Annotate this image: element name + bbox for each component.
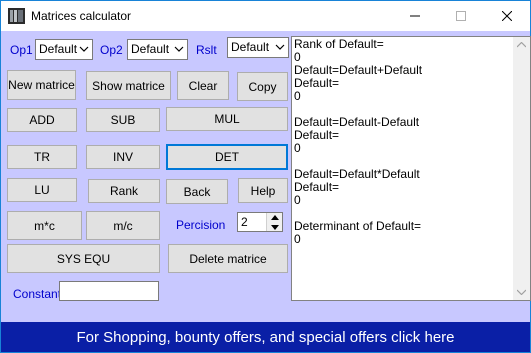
output-line: Rank of Default= (294, 37, 384, 51)
output-line: 0 (294, 141, 301, 155)
stepper-arrows[interactable] (266, 213, 282, 231)
delete-matrice-button[interactable]: Delete matrice (168, 244, 288, 273)
close-icon (502, 11, 512, 21)
precision-stepper[interactable]: 2 (237, 212, 283, 232)
rslt-label: Rslt (196, 43, 217, 57)
output-line: 0 (294, 193, 301, 207)
output-line: Default= (294, 76, 340, 90)
close-button[interactable] (484, 1, 530, 31)
sub-button[interactable]: SUB (86, 108, 160, 132)
output-textarea[interactable]: Rank of Default= 0 Default=Default+Default… (291, 36, 531, 301)
vertical-scrollbar[interactable] (513, 37, 530, 300)
copy-button[interactable]: Copy (237, 72, 288, 101)
sys-equ-button[interactable]: SYS EQU (7, 244, 160, 273)
lu-button[interactable]: LU (7, 178, 77, 202)
show-matrice-button[interactable]: Show matrice (86, 71, 171, 100)
op1-value: Default (39, 42, 78, 56)
scroll-down-icon[interactable] (517, 289, 526, 295)
title-bar[interactable]: Matrices calculator (1, 1, 530, 31)
m-div-c-button[interactable]: m/c (86, 211, 160, 240)
rslt-select[interactable]: Default (227, 37, 289, 58)
clear-button[interactable]: Clear (177, 71, 229, 100)
inv-button[interactable]: INV (86, 145, 160, 169)
output-line: Determinant of Default= (294, 219, 422, 233)
op2-value: Default (131, 42, 170, 56)
window-title: Matrices calculator (31, 9, 132, 23)
precision-label: Percision (176, 218, 226, 232)
tr-button[interactable]: TR (7, 145, 77, 169)
client-area: Op1 Default Op2 Default Rslt Default New… (1, 31, 531, 352)
det-button[interactable]: DET (166, 144, 288, 170)
output-lines: Rank of Default= 0 Default=Default+Default… (294, 38, 528, 246)
constant-input[interactable] (59, 281, 159, 301)
op2-select[interactable]: Default (127, 39, 188, 60)
chevron-down-icon (275, 44, 285, 50)
arrow-down-icon[interactable] (271, 225, 279, 230)
app-window: Matrices calculator Op1 Default Op2 Defa… (0, 0, 531, 353)
add-button[interactable]: ADD (7, 108, 77, 132)
op1-select[interactable]: Default (35, 39, 93, 60)
precision-value: 2 (241, 215, 248, 229)
mul-button[interactable]: MUL (166, 107, 288, 131)
op1-label: Op1 (10, 43, 33, 57)
scroll-up-icon[interactable] (517, 42, 526, 48)
m-times-c-button[interactable]: m*c (7, 211, 82, 240)
output-line: 0 (294, 89, 301, 103)
minimize-button[interactable] (392, 1, 438, 31)
op2-label: Op2 (100, 43, 123, 57)
output-line: 0 (294, 232, 301, 246)
rank-button[interactable]: Rank (88, 179, 160, 203)
rslt-value: Default (231, 40, 270, 54)
chevron-down-icon (174, 46, 184, 52)
app-icon (8, 8, 25, 24)
back-button[interactable]: Back (166, 179, 228, 204)
output-line: Default= (294, 128, 340, 142)
new-matrice-button[interactable]: New matrice (7, 70, 76, 100)
chevron-down-icon (79, 46, 89, 52)
minimize-icon (410, 15, 420, 17)
maximize-button[interactable] (438, 1, 484, 31)
help-button[interactable]: Help (238, 178, 288, 203)
promo-banner[interactable]: For Shopping, bounty offers, and special… (1, 322, 530, 352)
output-line: Default= (294, 180, 340, 194)
maximize-icon (456, 11, 466, 21)
arrow-up-icon[interactable] (271, 215, 279, 220)
constant-label: Constant (13, 287, 62, 301)
